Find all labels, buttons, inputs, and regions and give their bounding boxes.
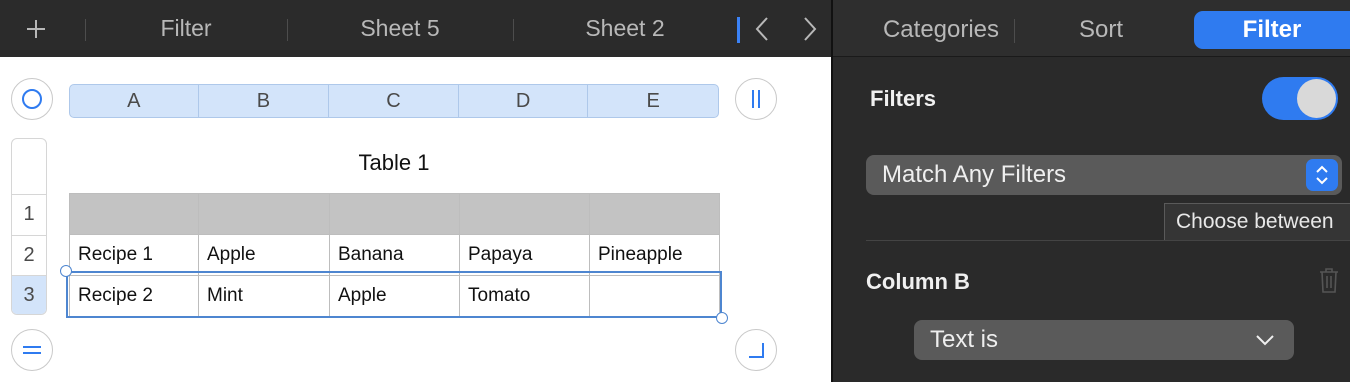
toggle-knob	[1297, 79, 1336, 118]
tab-filter[interactable]: Filter	[86, 0, 286, 57]
column-header-label: B	[256, 89, 271, 112]
column-handle-icon	[752, 90, 760, 108]
rule-condition-value: Text is	[930, 326, 999, 353]
column-header-label: D	[515, 89, 531, 112]
table-cell[interactable]: Mint	[198, 275, 330, 317]
circle-select-icon	[22, 89, 42, 109]
inspector-segmented-control: Categories Sort Filter	[833, 0, 1350, 57]
table-cell[interactable]	[459, 193, 590, 235]
column-header-bar: A B C D E	[69, 84, 719, 118]
row-header-label: 2	[23, 244, 35, 266]
add-column-button[interactable]	[735, 78, 777, 120]
table-cell[interactable]	[198, 193, 330, 235]
tooltip: Choose between	[1164, 203, 1350, 241]
data-table: Recipe 1 Apple Banana Papaya Pineapple R…	[69, 193, 720, 317]
popup-stepper	[1306, 159, 1338, 191]
match-filters-value: Match Any Filters	[882, 161, 1067, 188]
table-title[interactable]: Table 1	[69, 150, 719, 176]
table-row: Recipe 1 Apple Banana Papaya Pineapple	[69, 234, 720, 276]
tab-label: Sheet 5	[360, 15, 440, 41]
table-cell[interactable]: Tomato	[459, 275, 590, 317]
rule-condition-popup[interactable]: Text is	[914, 320, 1294, 360]
row-header[interactable]: 1	[12, 194, 46, 234]
tab-categories[interactable]: Categories	[851, 11, 1031, 49]
table-cell[interactable]: Banana	[329, 234, 460, 276]
match-filters-popup[interactable]: Match Any Filters	[866, 155, 1342, 195]
table-cell[interactable]: Apple	[329, 275, 460, 317]
tab-sheet-2[interactable]: Sheet 2	[514, 0, 736, 57]
column-header[interactable]: B	[199, 85, 330, 117]
column-header[interactable]: A	[70, 85, 199, 117]
column-header-label: A	[127, 89, 141, 112]
selection-handle-bottom-right[interactable]	[716, 312, 728, 324]
table-cell[interactable]	[589, 275, 720, 317]
table-cell[interactable]: Pineapple	[589, 234, 720, 276]
tab-sheet-5[interactable]: Sheet 5	[288, 0, 512, 57]
table-cell[interactable]	[589, 193, 720, 235]
segment-label: Sort	[1078, 16, 1123, 43]
tooltip-text: Choose between	[1176, 210, 1334, 233]
organize-inspector: Categories Sort Filter Filters Match Any…	[833, 0, 1350, 382]
row-handle-icon	[23, 346, 41, 354]
table-row-selected: Recipe 2 Mint Apple Tomato	[69, 275, 720, 317]
chevron-right-icon	[804, 17, 817, 41]
add-sheet-button[interactable]	[14, 14, 58, 44]
table-cell[interactable]: Recipe 1	[69, 234, 199, 276]
column-header[interactable]: C	[329, 85, 459, 117]
chevron-left-icon	[755, 17, 768, 41]
table-cell[interactable]	[69, 193, 199, 235]
scroll-tabs-left-button[interactable]	[747, 14, 777, 44]
row-header-selected[interactable]: 3	[12, 275, 46, 314]
tab-label: Filter	[160, 15, 212, 41]
column-header[interactable]: D	[459, 85, 589, 117]
row-header-label: 3	[23, 284, 35, 306]
filters-label: Filters	[870, 86, 937, 111]
row-header-label: 1	[23, 203, 35, 225]
segment-label: Categories	[882, 16, 1000, 43]
sheet-tab-bar: Filter Sheet 5 Sheet 2	[0, 0, 831, 57]
segment-label: Filter	[1242, 16, 1302, 43]
column-header[interactable]: E	[588, 85, 718, 117]
table-header-row	[69, 193, 720, 235]
tab-sort[interactable]: Sort	[1015, 11, 1187, 49]
column-rule-label: Column B	[866, 269, 970, 294]
table-cell[interactable]: Papaya	[459, 234, 590, 276]
resize-table-button[interactable]	[735, 329, 777, 371]
tab-label: Sheet 2	[585, 15, 665, 41]
scroll-tabs-right-button[interactable]	[795, 14, 825, 44]
table-cell[interactable]: Apple	[198, 234, 330, 276]
add-row-button[interactable]	[11, 329, 53, 371]
active-tab-indicator	[737, 17, 740, 43]
row-header[interactable]: 2	[12, 235, 46, 275]
row-header-bar: 1 2 3	[11, 138, 47, 315]
filters-toggle[interactable]	[1262, 77, 1338, 120]
chevron-down-icon	[1254, 329, 1276, 351]
table-cell[interactable]: Recipe 2	[69, 275, 199, 317]
column-header-label: E	[646, 89, 660, 112]
table-cell[interactable]	[329, 193, 460, 235]
column-header-label: C	[386, 89, 401, 112]
delete-rule-button[interactable]	[1317, 265, 1341, 295]
select-table-button[interactable]	[11, 78, 53, 120]
plus-icon	[27, 20, 45, 38]
resize-corner-icon	[749, 343, 764, 358]
tab-filter-active[interactable]: Filter	[1194, 11, 1350, 49]
selection-handle-top-left[interactable]	[60, 265, 72, 277]
section-divider	[866, 240, 1350, 241]
trash-icon	[1320, 268, 1338, 293]
up-down-chevron-icon	[1316, 165, 1328, 185]
